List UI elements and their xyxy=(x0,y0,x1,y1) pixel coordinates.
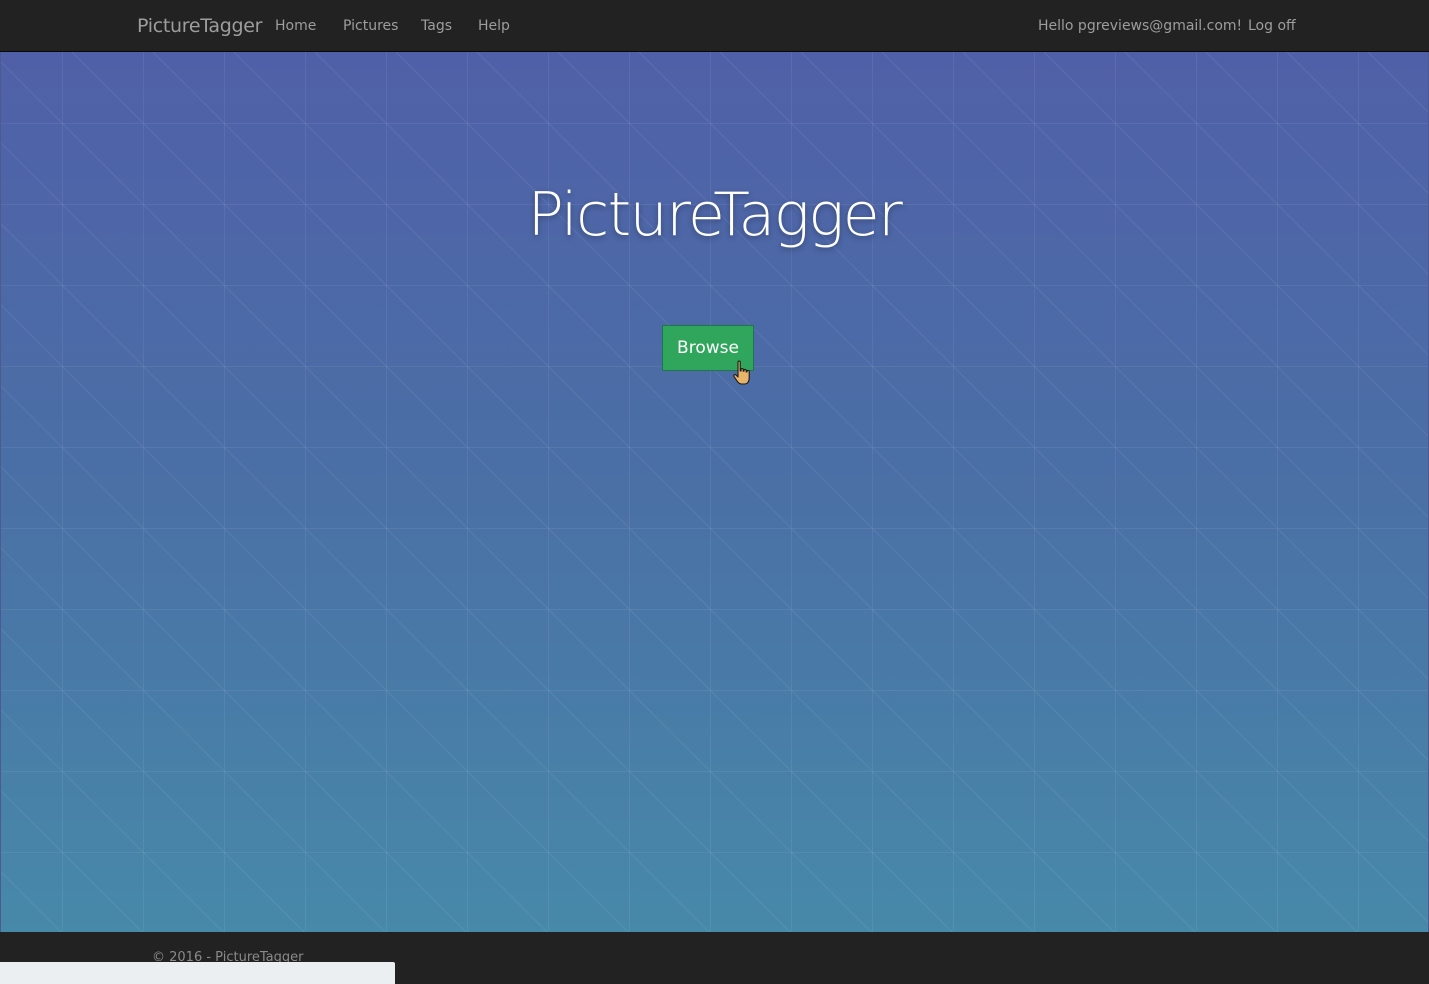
hero-title: PictureTagger xyxy=(527,180,903,250)
logoff-link[interactable]: Log off xyxy=(1248,18,1296,34)
hand-pointer-cursor-icon xyxy=(733,360,750,385)
top-navbar: PictureTagger Home Pictures Tags Help He… xyxy=(0,0,1429,52)
nav-link-pictures[interactable]: Pictures xyxy=(343,18,398,34)
nav-link-home[interactable]: Home xyxy=(275,18,316,34)
nav-link-help[interactable]: Help xyxy=(478,18,510,34)
page-footer: © 2016 - PictureTagger xyxy=(0,932,1429,984)
overlay-status-bar xyxy=(0,962,395,984)
nav-link-tags[interactable]: Tags xyxy=(421,18,452,34)
brand-link[interactable]: PictureTagger xyxy=(137,15,262,37)
user-greeting-link[interactable]: Hello pgreviews@gmail.com! xyxy=(1038,18,1242,34)
hero-banner: PictureTagger Browse xyxy=(0,52,1429,932)
